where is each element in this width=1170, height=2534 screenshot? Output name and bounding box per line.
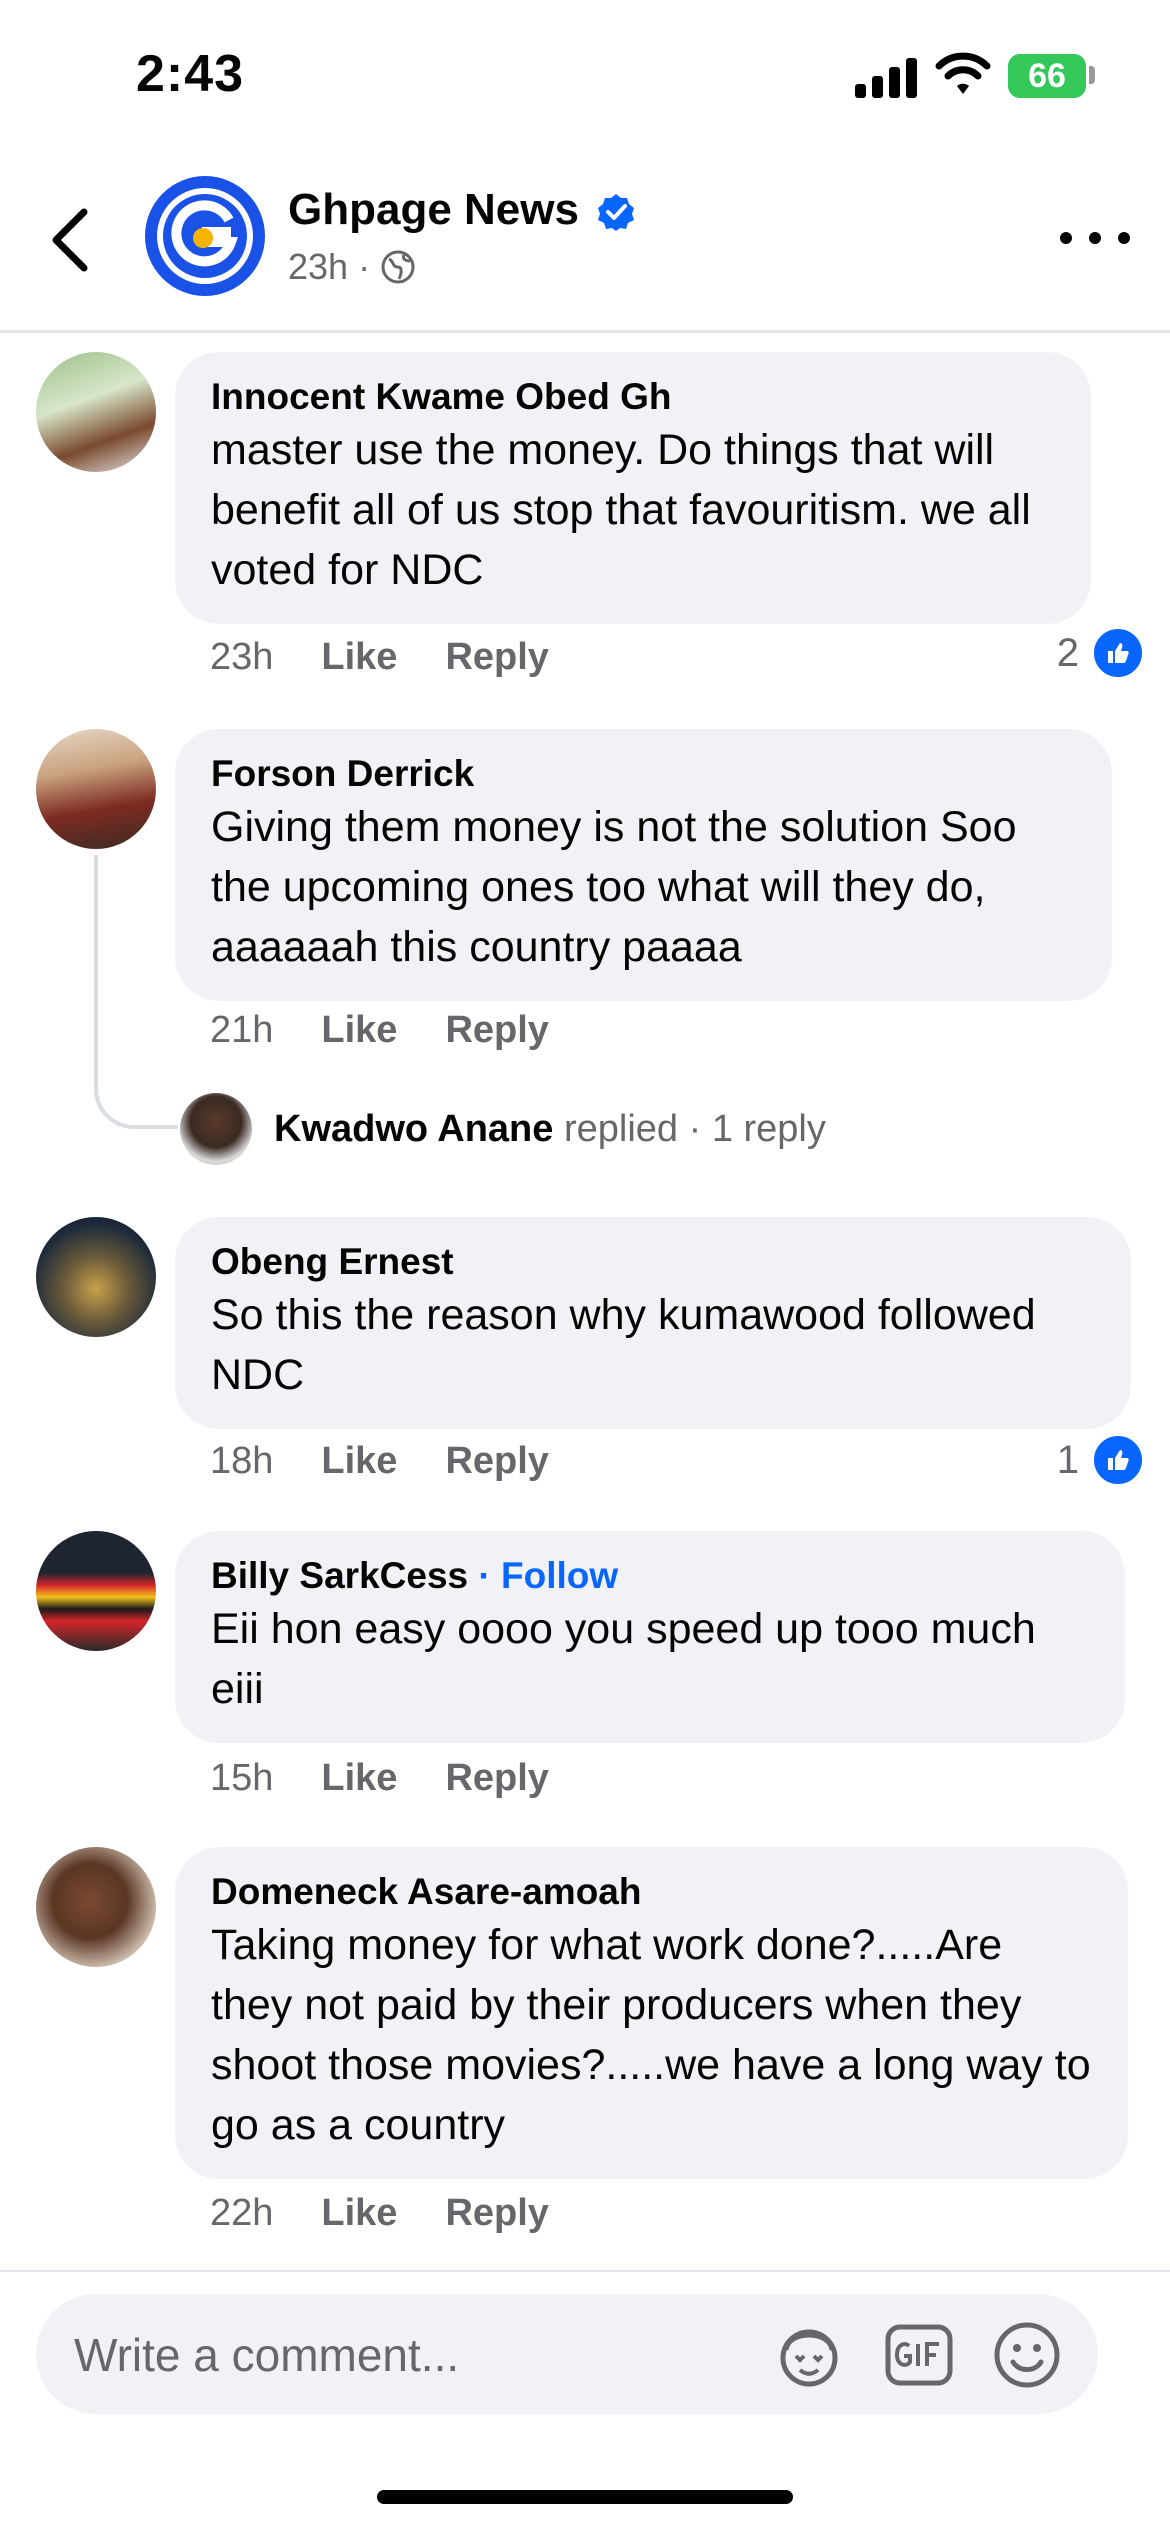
post-header: Ghpage News 23h · — [0, 150, 1170, 333]
comment-time[interactable]: 23h — [210, 636, 273, 679]
post-meta: 23h · — [288, 246, 416, 288]
page-name[interactable]: Ghpage News — [288, 185, 579, 235]
comment-input[interactable] — [72, 2294, 776, 2416]
like-thumb-icon — [1091, 1433, 1145, 1487]
comment-author[interactable]: Forson Derrick — [211, 751, 1076, 797]
wifi-icon — [935, 50, 991, 98]
home-indicator — [377, 2490, 793, 2504]
like-button[interactable]: Like — [321, 636, 397, 679]
commenter-avatar[interactable] — [36, 729, 156, 849]
more-options-icon[interactable] — [1060, 218, 1130, 258]
battery-level: 66 — [1028, 56, 1066, 95]
reaction-number: 2 — [1056, 630, 1079, 675]
ghpage-logo — [148, 179, 262, 293]
reply-button[interactable]: Reply — [445, 636, 548, 679]
follow-button[interactable]: Follow — [501, 1555, 618, 1596]
reply-button[interactable]: Reply — [445, 2192, 548, 2235]
page-avatar[interactable] — [145, 176, 265, 296]
reaction-count[interactable]: 1 — [1057, 1433, 1145, 1487]
reaction-count[interactable]: 2 — [1057, 626, 1145, 680]
comment-actions: 23h Like Reply — [210, 636, 549, 679]
status-time: 2:43 — [136, 45, 245, 103]
comment-text: So this the reason why kumawood followed… — [211, 1291, 1036, 1399]
comment-time[interactable]: 18h — [210, 1440, 273, 1483]
commenter-avatar[interactable] — [36, 352, 156, 472]
reply-button[interactable]: Reply — [445, 1009, 548, 1052]
back-arrow-icon — [52, 208, 88, 272]
comment-text: master use the money. Do things that wil… — [211, 426, 1031, 594]
globe-icon — [381, 250, 415, 284]
comment-bubble[interactable]: Innocent Kwame Obed Gh master use the mo… — [175, 352, 1091, 624]
comment-author[interactable]: Obeng Ernest — [211, 1239, 1095, 1285]
comment-bubble[interactable]: Domeneck Asare-amoah Taking money for wh… — [175, 1847, 1128, 2179]
battery-tip — [1089, 66, 1095, 84]
comment-bubble[interactable]: Obeng Ernest So this the reason why kuma… — [175, 1217, 1131, 1429]
comment-actions: 21h Like Reply — [210, 1009, 549, 1052]
reply-count: · 1 reply — [688, 1107, 826, 1150]
like-button[interactable]: Like — [321, 2192, 397, 2235]
comment-text: Taking money for what work done?.....Are… — [211, 1921, 1091, 2149]
commenter-avatar[interactable] — [36, 1531, 156, 1651]
comment-author[interactable]: Billy SarkCess — [211, 1555, 468, 1596]
comment-author[interactable]: Domeneck Asare-amoah — [211, 1869, 1092, 1915]
like-button[interactable]: Like — [321, 1757, 397, 1800]
status-bar: 2:43 66 — [0, 0, 1170, 150]
gif-icon[interactable] — [884, 2320, 954, 2390]
comment-actions: 15h Like Reply — [210, 1757, 549, 1800]
back-button[interactable] — [40, 200, 100, 280]
view-replies-link[interactable]: Kwadwo Anane replied · 1 reply — [180, 1093, 826, 1165]
like-button[interactable]: Like — [321, 1009, 397, 1052]
reply-button[interactable]: Reply — [445, 1440, 548, 1483]
comment-time[interactable]: 22h — [210, 2192, 273, 2235]
comment-author[interactable]: Innocent Kwame Obed Gh — [211, 374, 1055, 420]
like-thumb-icon — [1091, 626, 1145, 680]
battery-indicator: 66 — [1008, 54, 1086, 98]
comment-composer — [36, 2294, 1098, 2416]
emoji-icon[interactable] — [992, 2320, 1062, 2390]
comment-text: Eii hon easy oooo you speed up tooo much… — [211, 1605, 1036, 1713]
cellular-signal-icon — [855, 56, 917, 98]
comment-bubble[interactable]: Billy SarkCess · Follow Eii hon easy ooo… — [175, 1531, 1125, 1743]
verified-badge-icon — [598, 194, 634, 231]
comment-bubble[interactable]: Forson Derrick Giving them money is not … — [175, 729, 1112, 1001]
comment-actions: 18h Like Reply — [210, 1440, 549, 1483]
reaction-number: 1 — [1056, 1437, 1079, 1482]
comment-time[interactable]: 21h — [210, 1009, 273, 1052]
reply-avatar — [180, 1093, 252, 1165]
comment-actions: 22h Like Reply — [210, 2192, 549, 2235]
avatar-sticker-icon[interactable] — [774, 2320, 844, 2390]
reply-thread-line — [94, 855, 178, 1129]
commenter-avatar[interactable] — [36, 1217, 156, 1337]
comment-time[interactable]: 15h — [210, 1757, 273, 1800]
comment-author-row: Billy SarkCess · Follow — [211, 1555, 619, 1596]
reply-author: Kwadwo Anane — [274, 1107, 554, 1150]
post-time[interactable]: 23h — [288, 246, 348, 288]
reply-button[interactable]: Reply — [445, 1757, 548, 1800]
meta-separator: · — [358, 246, 371, 287]
comment-text: Giving them money is not the solution So… — [211, 803, 1017, 971]
like-button[interactable]: Like — [321, 1440, 397, 1483]
commenter-avatar[interactable] — [36, 1847, 156, 1967]
reply-action: replied — [563, 1107, 679, 1150]
